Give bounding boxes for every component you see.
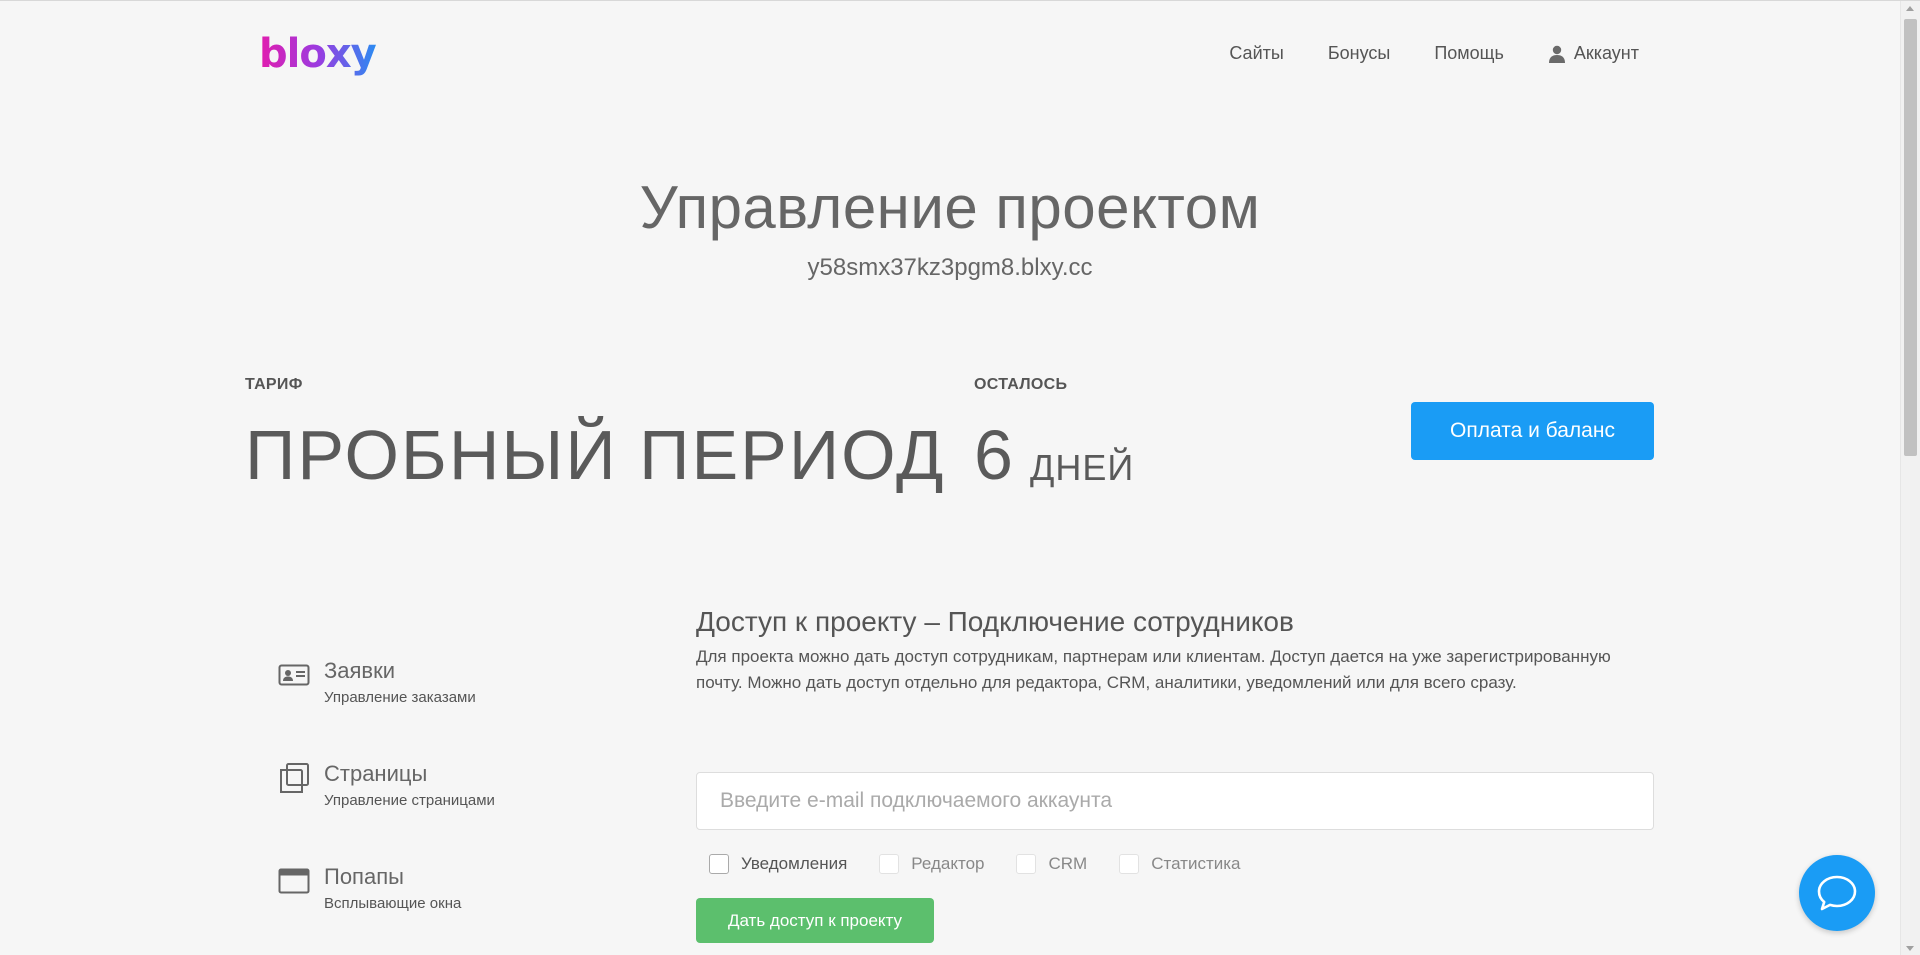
grant-access-button[interactable]: Дать доступ к проекту xyxy=(696,898,934,943)
id-card-icon xyxy=(278,664,310,686)
remaining-days-unit: ДНЕЙ xyxy=(1030,447,1135,488)
scrollbar-thumb[interactable] xyxy=(1904,19,1917,456)
chat-button[interactable] xyxy=(1799,855,1875,931)
sidebar-item-title: Попапы xyxy=(324,864,404,889)
nav-account-label: Аккаунт xyxy=(1573,43,1639,63)
tariff-value: ПРОБНЫЙ ПЕРИОД xyxy=(245,416,946,494)
checkbox-statistics[interactable]: Статистика xyxy=(1119,854,1241,874)
vertical-scrollbar[interactable] xyxy=(1900,1,1920,955)
sidebar-item-subtitle: Управление заказами xyxy=(324,689,476,706)
project-domain: y58smx37kz3pgm8.blxy.cc xyxy=(807,254,1093,281)
sidebar-item-title: Заявки xyxy=(324,658,396,683)
access-heading: Доступ к проекту – Подключение сотрудник… xyxy=(696,606,1294,637)
sidebar-item-subtitle: Управление страницами xyxy=(324,792,495,809)
page: bloxy Сайты Бонусы Помощь Аккаунт Управл… xyxy=(0,0,1920,955)
scroll-down-arrow-icon[interactable] xyxy=(1906,946,1914,951)
nav-help[interactable]: Помощь xyxy=(1434,43,1504,64)
sidebar-item-orders[interactable]: Заявки Управление заказами xyxy=(278,657,476,706)
checkbox-crm[interactable]: CRM xyxy=(1016,854,1087,874)
permission-checkboxes: Уведомления Редактор CRM Статистика xyxy=(709,854,1241,874)
nav-sites[interactable]: Сайты xyxy=(1229,43,1283,64)
nav-bonuses[interactable]: Бонусы xyxy=(1328,43,1391,64)
nav-account[interactable]: Аккаунт xyxy=(1548,43,1639,64)
sidebar-item-popups[interactable]: Попапы Всплывающие окна xyxy=(278,863,461,912)
checkbox-label: CRM xyxy=(1048,854,1088,873)
scroll-up-arrow-icon[interactable] xyxy=(1906,6,1914,11)
bloxy-logo[interactable]: bloxy xyxy=(259,31,389,77)
sidebar-item-subtitle: Всплывающие окна xyxy=(324,895,462,912)
sidebar-item-pages[interactable]: Страницы Управление страницами xyxy=(278,760,495,809)
user-icon xyxy=(1548,45,1565,63)
checkbox-label: Статистика xyxy=(1151,854,1241,873)
chat-bubble-icon xyxy=(1817,875,1857,911)
checkbox-notifications[interactable]: Уведомления xyxy=(709,854,847,874)
pages-icon xyxy=(280,763,309,793)
checkbox-box[interactable] xyxy=(1119,854,1140,874)
checkbox-box[interactable] xyxy=(879,854,900,874)
remaining-days-number: 6 xyxy=(974,416,1013,494)
svg-text:bloxy: bloxy xyxy=(259,31,377,77)
top-nav: Сайты Бонусы Помощь Аккаунт xyxy=(1229,43,1639,64)
checkbox-box[interactable] xyxy=(1016,854,1037,874)
page-title: Управление проектом xyxy=(639,174,1261,241)
access-description: Для проекта можно дать доступ сотрудника… xyxy=(696,647,1611,692)
checkbox-label: Редактор xyxy=(911,854,985,873)
remaining-label: ОСТАЛОСЬ xyxy=(974,376,1068,393)
checkbox-box[interactable] xyxy=(709,854,729,874)
email-input[interactable] xyxy=(696,772,1654,830)
checkbox-label: Уведомления xyxy=(741,854,848,873)
window-icon xyxy=(278,868,310,894)
checkbox-editor[interactable]: Редактор xyxy=(879,854,984,874)
sidebar-item-title: Страницы xyxy=(324,761,428,786)
tariff-label: ТАРИФ xyxy=(245,376,303,393)
payment-balance-button[interactable]: Оплата и баланс xyxy=(1411,402,1654,460)
